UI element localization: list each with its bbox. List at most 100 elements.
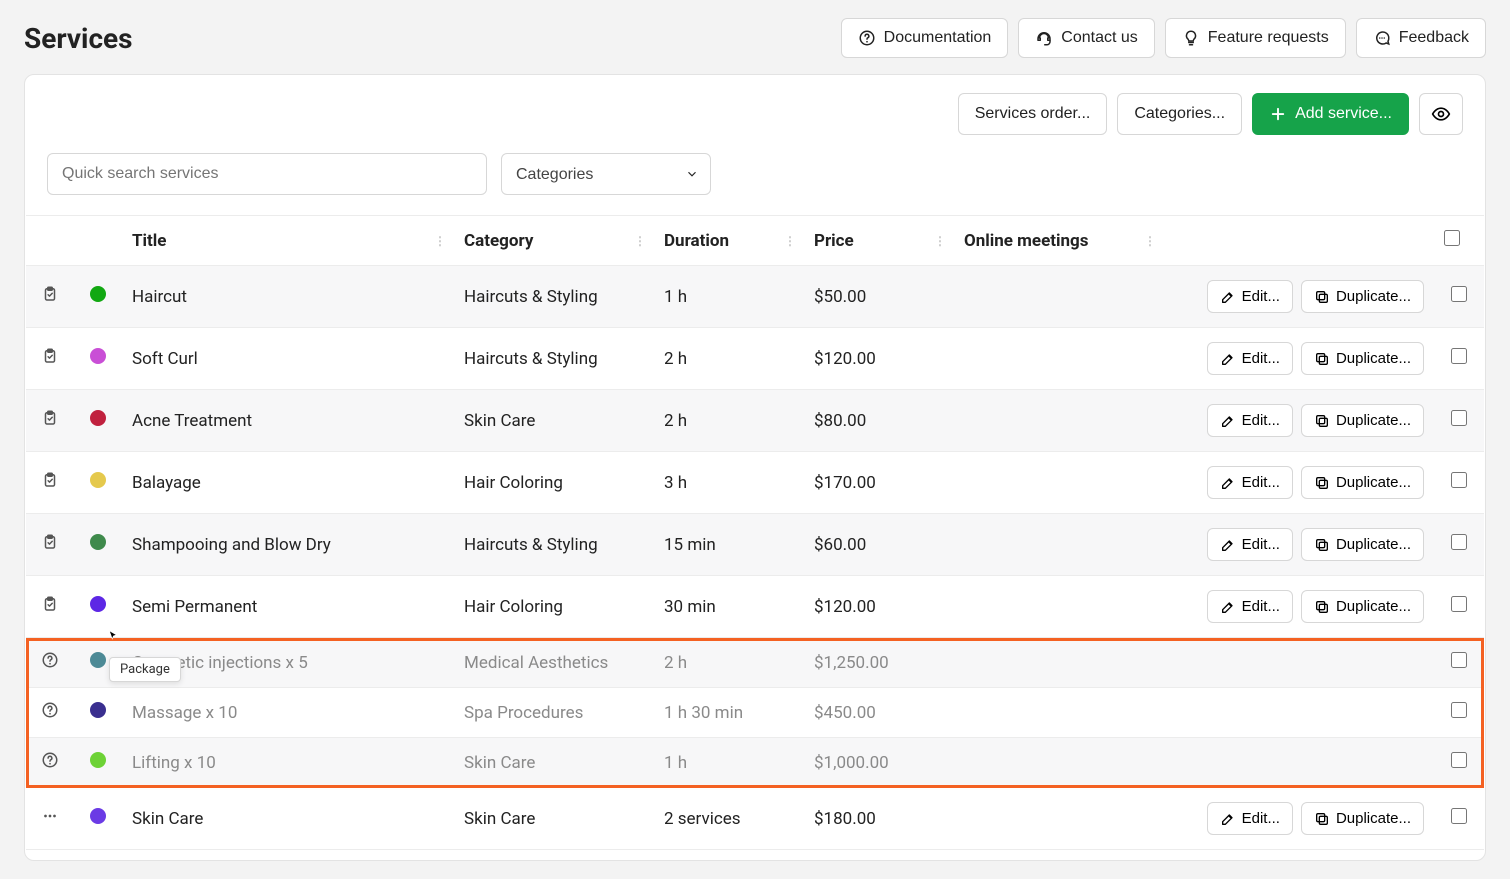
row-duration: 1 h xyxy=(654,266,804,328)
category-filter-select[interactable]: Categories xyxy=(501,153,711,195)
copy-icon xyxy=(1314,475,1330,491)
search-input[interactable] xyxy=(47,153,487,195)
duplicate-button[interactable]: Duplicate... xyxy=(1301,280,1424,313)
row-category: Skin Care xyxy=(454,788,654,850)
row-checkbox[interactable] xyxy=(1451,472,1467,488)
row-title[interactable]: Massage x 10 xyxy=(122,688,454,738)
row-price: $120.00 xyxy=(804,576,954,638)
row-title[interactable]: Shampooing and Blow Dry xyxy=(122,514,454,576)
help-icon xyxy=(41,651,59,669)
row-checkbox[interactable] xyxy=(1451,596,1467,612)
row-category: Haircuts & Styling xyxy=(454,266,654,328)
row-checkbox[interactable] xyxy=(1451,652,1467,668)
row-type-icon xyxy=(26,514,74,576)
duplicate-button[interactable]: Duplicate... xyxy=(1301,802,1424,835)
row-title[interactable]: Balayage xyxy=(122,452,454,514)
duplicate-label: Duplicate... xyxy=(1336,810,1411,827)
duplicate-button[interactable]: Duplicate... xyxy=(1301,590,1424,623)
edit-button[interactable]: Edit... xyxy=(1207,342,1293,375)
row-checkbox[interactable] xyxy=(1451,808,1467,824)
select-all[interactable] xyxy=(1434,216,1484,266)
visibility-toggle-button[interactable] xyxy=(1419,93,1463,135)
duplicate-button[interactable]: Duplicate... xyxy=(1301,342,1424,375)
table-row: Skin Care Skin Care 2 services $180.00 E… xyxy=(26,788,1484,850)
row-actions xyxy=(1164,738,1434,788)
row-type-icon xyxy=(26,576,74,638)
duplicate-button[interactable]: Duplicate... xyxy=(1301,528,1424,561)
contact-us-button[interactable]: Contact us xyxy=(1018,18,1154,58)
col-price[interactable]: Price⋮ xyxy=(804,216,954,266)
row-title[interactable]: Lifting x 10 xyxy=(122,738,454,788)
row-color xyxy=(74,688,122,738)
row-color xyxy=(74,576,122,638)
headset-icon xyxy=(1035,29,1053,47)
edit-icon xyxy=(1220,599,1236,615)
duplicate-button[interactable]: Duplicate... xyxy=(1301,404,1424,437)
row-checkbox[interactable] xyxy=(1451,702,1467,718)
row-title[interactable]: Acne Treatment xyxy=(122,390,454,452)
row-checkbox[interactable] xyxy=(1451,286,1467,302)
row-checkbox[interactable] xyxy=(1451,534,1467,550)
dots-icon xyxy=(41,807,59,825)
edit-button[interactable]: Edit... xyxy=(1207,528,1293,561)
row-category: Haircuts & Styling xyxy=(454,514,654,576)
services-order-button[interactable]: Services order... xyxy=(958,93,1108,135)
clipboard-icon xyxy=(41,347,59,365)
col-title[interactable]: Title⋮ xyxy=(122,216,454,266)
row-type-icon xyxy=(26,328,74,390)
row-online xyxy=(954,788,1164,850)
row-duration: 15 min xyxy=(654,514,804,576)
edit-button[interactable]: Edit... xyxy=(1207,280,1293,313)
copy-icon xyxy=(1314,599,1330,615)
edit-button[interactable]: Edit... xyxy=(1207,404,1293,437)
col-online[interactable]: Online meetings⋮ xyxy=(954,216,1164,266)
row-type-icon xyxy=(26,452,74,514)
documentation-button[interactable]: Documentation xyxy=(841,18,1009,58)
edit-icon xyxy=(1220,811,1236,827)
row-duration: 2 h xyxy=(654,328,804,390)
row-price: $60.00 xyxy=(804,514,954,576)
row-checkbox[interactable] xyxy=(1451,348,1467,364)
add-service-button[interactable]: Add service... xyxy=(1252,93,1409,135)
row-title[interactable]: Haircut xyxy=(122,266,454,328)
duplicate-label: Duplicate... xyxy=(1336,288,1411,305)
row-title[interactable]: Semi Permanent xyxy=(122,576,454,638)
feedback-button[interactable]: Feedback xyxy=(1356,18,1486,58)
row-color xyxy=(74,328,122,390)
feature-requests-button[interactable]: Feature requests xyxy=(1165,18,1346,58)
edit-icon xyxy=(1220,537,1236,553)
row-checkbox[interactable] xyxy=(1451,752,1467,768)
duplicate-button[interactable]: Duplicate... xyxy=(1301,466,1424,499)
services-table: Title⋮ Category⋮ Duration⋮ Price⋮ Online… xyxy=(26,215,1484,850)
row-duration: 2 services xyxy=(654,788,804,850)
page-title: Services xyxy=(24,22,133,55)
row-type-icon xyxy=(26,788,74,850)
edit-label: Edit... xyxy=(1242,810,1280,827)
edit-icon xyxy=(1220,351,1236,367)
row-category: Haircuts & Styling xyxy=(454,328,654,390)
edit-button[interactable]: Edit... xyxy=(1207,590,1293,623)
row-actions: Edit... Duplicate... xyxy=(1164,452,1434,514)
row-category: Hair Coloring xyxy=(454,452,654,514)
table-row: Cosmetic injections x 5 Medical Aestheti… xyxy=(26,638,1484,688)
help-icon xyxy=(41,701,59,719)
row-actions: Edit... Duplicate... xyxy=(1164,266,1434,328)
row-online xyxy=(954,576,1164,638)
eye-icon xyxy=(1431,104,1451,124)
col-category[interactable]: Category⋮ xyxy=(454,216,654,266)
categories-button[interactable]: Categories... xyxy=(1117,93,1242,135)
row-type-icon xyxy=(26,390,74,452)
row-checkbox[interactable] xyxy=(1451,410,1467,426)
duplicate-label: Duplicate... xyxy=(1336,598,1411,615)
row-title[interactable]: Soft Curl xyxy=(122,328,454,390)
edit-label: Edit... xyxy=(1242,536,1280,553)
duplicate-label: Duplicate... xyxy=(1336,474,1411,491)
edit-label: Edit... xyxy=(1242,412,1280,429)
edit-button[interactable]: Edit... xyxy=(1207,466,1293,499)
col-duration[interactable]: Duration⋮ xyxy=(654,216,804,266)
edit-button[interactable]: Edit... xyxy=(1207,802,1293,835)
row-title[interactable]: Skin Care xyxy=(122,788,454,850)
duplicate-label: Duplicate... xyxy=(1336,350,1411,367)
row-price: $80.00 xyxy=(804,390,954,452)
help-icon xyxy=(41,751,59,769)
